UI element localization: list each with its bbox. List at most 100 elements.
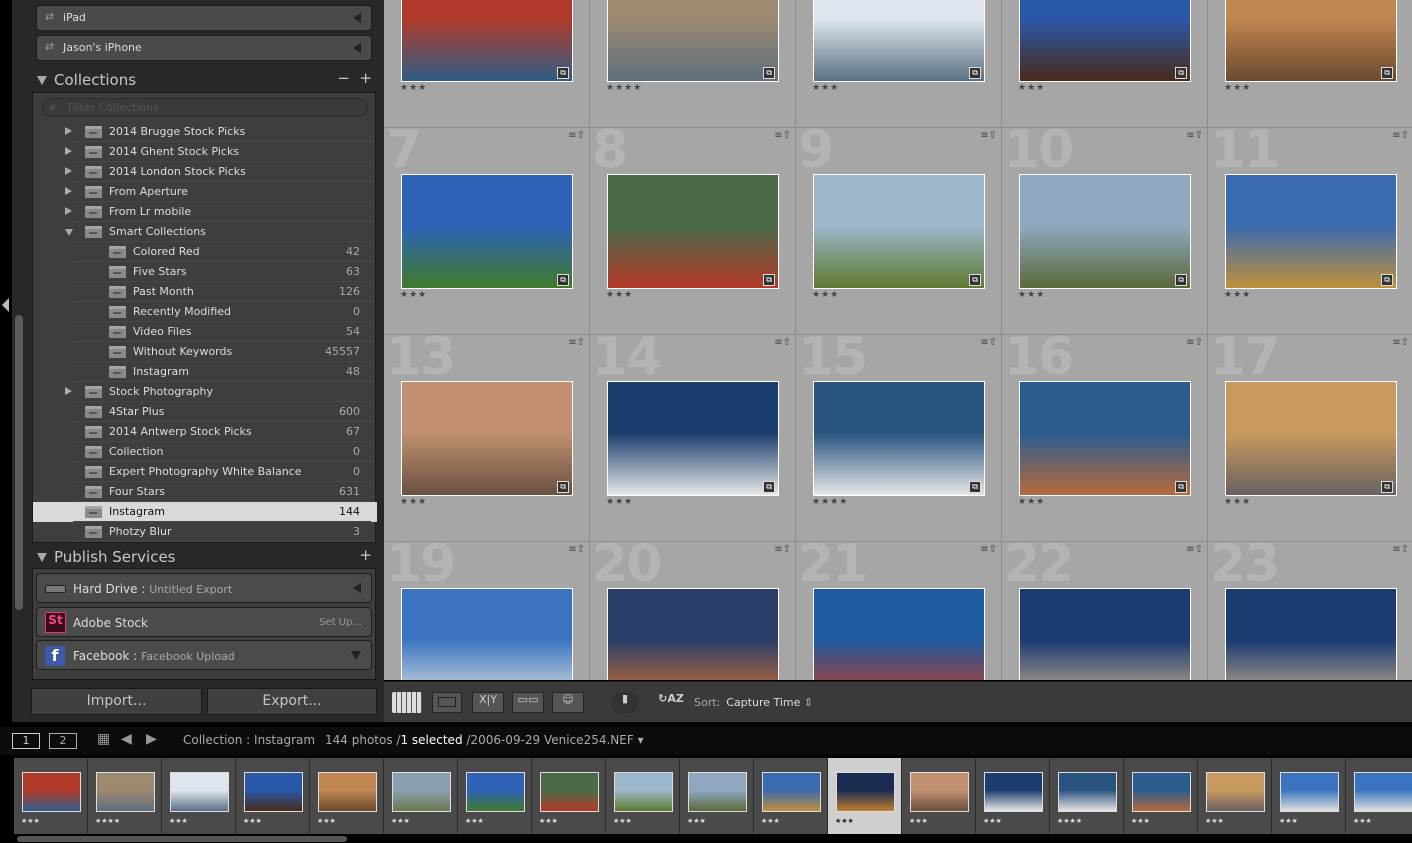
disclosure-triangle-icon[interactable] [65, 127, 72, 135]
grid-cell[interactable]: 5⧉★★★ [1208, 0, 1412, 128]
grid-cell[interactable]: 4⧉★★★ [1002, 0, 1208, 128]
collection-item[interactable]: Past Month 126 [33, 282, 377, 302]
filmstrip-thumbnail[interactable]: ★★★★ [1050, 758, 1124, 834]
back-arrow-icon[interactable]: ◀ [121, 731, 132, 747]
grid-cell[interactable]: 9 ≡⇧ ⧉ ★★★ [796, 120, 1002, 335]
collection-item[interactable]: Smart Collections [33, 222, 377, 242]
photo-thumbnail[interactable]: ⧉ [1019, 588, 1191, 680]
grid-cell[interactable]: 15 ≡⇧ ⧉ ★★★★ [796, 327, 1002, 542]
publish-hard-drive[interactable]: Hard Drive : Untitled Export [36, 573, 372, 603]
star-rating[interactable]: ★★★ [400, 83, 427, 93]
metadata-status-icon[interactable]: ≡⇧ [568, 130, 585, 141]
photo-thumbnail[interactable]: ⧉ [401, 174, 573, 289]
grid-cell[interactable]: 8 ≡⇧ ⧉ ★★★ [590, 120, 796, 335]
collection-item[interactable]: Stock Photography [33, 382, 377, 402]
photo-thumbnail[interactable]: ⧉ [813, 381, 985, 496]
collection-item[interactable]: 2014 London Stock Picks [33, 162, 377, 182]
grid-cell[interactable]: 22 ≡⇧ ⧉ [1002, 534, 1208, 680]
sort-control[interactable]: Sort: Capture Time ⇕ [694, 696, 813, 709]
grid-cell[interactable]: 11 ≡⇧ ⧉ ★★★ [1208, 120, 1412, 335]
disclosure-triangle-icon[interactable] [65, 187, 72, 195]
add-collection-button[interactable]: + [359, 69, 372, 87]
photo-thumbnail[interactable]: ⧉ [1225, 0, 1397, 82]
metadata-status-icon[interactable]: ≡⇧ [980, 544, 997, 555]
grid-cell[interactable]: 13 ≡⇧ ⧉ ★★★ [384, 327, 590, 542]
grid-cell[interactable]: 21 ≡⇧ ⧉ [796, 534, 1002, 680]
collection-item[interactable]: Instagram 48 [33, 362, 377, 382]
collection-item[interactable]: Expert Photography White Balance 0 [33, 462, 377, 482]
metadata-status-icon[interactable]: ≡⇧ [1186, 544, 1203, 555]
secondary-display-button[interactable]: 2 [49, 733, 77, 749]
metadata-status-icon[interactable]: ≡⇧ [1392, 544, 1409, 555]
dropdown-icon[interactable]: ▾ [638, 733, 644, 747]
publish-adobe-stock[interactable]: St Adobe Stock Set Up... [36, 607, 372, 637]
grid-cell[interactable]: 1⧉★★★ [384, 0, 590, 128]
filmstrip-thumbnail[interactable]: ★★★ [828, 758, 902, 834]
collection-item[interactable]: Four Stars 631 [33, 482, 377, 502]
photo-thumbnail[interactable]: ⧉ [607, 381, 779, 496]
disclosure-triangle-icon[interactable] [65, 207, 72, 215]
export-button[interactable]: Export... [207, 688, 377, 715]
filmstrip-thumbnail[interactable]: ★★★ [14, 758, 88, 834]
people-view-button[interactable]: ☺ [552, 692, 584, 713]
metadata-status-icon[interactable]: ≡⇧ [980, 130, 997, 141]
photo-thumbnail[interactable]: ⧉ [401, 0, 573, 82]
collection-item[interactable]: Recently Modified 0 [33, 302, 377, 322]
metadata-status-icon[interactable]: ≡⇧ [1186, 130, 1203, 141]
collapse-left-panel-arrow-icon[interactable] [2, 298, 9, 312]
metadata-status-icon[interactable]: ≡⇧ [774, 130, 791, 141]
filter-collections-input[interactable]: ⌕ Filter Collections [42, 98, 368, 117]
filmstrip-thumbnail[interactable]: ★★★★ [88, 758, 162, 834]
filmstrip-thumbnail[interactable]: ★★★ [236, 758, 310, 834]
collection-item[interactable]: Instagram 144 [33, 502, 377, 522]
grid-cell[interactable]: 20 ≡⇧ ⧉ [590, 534, 796, 680]
disclosure-triangle-icon[interactable] [65, 229, 73, 236]
star-rating[interactable]: ★★★ [606, 497, 633, 507]
grid-cell[interactable]: 23 ≡⇧ ⧉ [1208, 534, 1412, 680]
left-panel-scrollbar[interactable] [15, 315, 23, 610]
star-rating[interactable]: ★★★ [1224, 290, 1251, 300]
filmstrip-thumbnail[interactable]: ★★★ [1198, 758, 1272, 834]
photo-thumbnail[interactable]: ⧉ [1225, 174, 1397, 289]
filmstrip-thumbnail[interactable]: ★★★ [384, 758, 458, 834]
device-iphone[interactable]: ⇄ Jason's iPhone [36, 35, 372, 61]
collection-item[interactable]: Collection 0 [33, 442, 377, 462]
collection-item[interactable]: 4Star Plus 600 [33, 402, 377, 422]
photo-thumbnail[interactable]: ⧉ [607, 174, 779, 289]
collection-item[interactable]: From Lr mobile [33, 202, 377, 222]
grid-cell[interactable]: 19 ≡⇧ ⧉ [384, 534, 590, 680]
metadata-status-icon[interactable]: ≡⇧ [1186, 337, 1203, 348]
photo-thumbnail[interactable]: ⧉ [813, 588, 985, 680]
filmstrip-thumbnail[interactable]: ★★★ [754, 758, 828, 834]
metadata-status-icon[interactable]: ≡⇧ [1392, 130, 1409, 141]
metadata-status-icon[interactable]: ≡⇧ [980, 337, 997, 348]
collection-item[interactable]: Without Keywords 45557 [33, 342, 377, 362]
star-rating[interactable]: ★★★★ [606, 83, 642, 93]
photo-thumbnail[interactable]: ⧉ [1225, 588, 1397, 680]
collection-item[interactable]: 2014 Ghent Stock Picks [33, 142, 377, 162]
compare-view-button[interactable]: X|Y [472, 692, 504, 713]
star-rating[interactable]: ★★★ [400, 497, 427, 507]
add-publish-service-button[interactable]: + [359, 546, 372, 564]
survey-view-button[interactable]: ▭▭ [512, 692, 544, 713]
metadata-status-icon[interactable]: ≡⇧ [774, 544, 791, 555]
grid-cell[interactable]: 16 ≡⇧ ⧉ ★★★ [1002, 327, 1208, 542]
photo-thumbnail[interactable]: ⧉ [1019, 174, 1191, 289]
filmstrip-thumbnail[interactable]: ★★★ [680, 758, 754, 834]
filmstrip-thumbnail[interactable]: ★★★ [902, 758, 976, 834]
photo-thumbnail[interactable]: ⧉ [1225, 381, 1397, 496]
star-rating[interactable]: ★★★ [606, 290, 633, 300]
metadata-status-icon[interactable]: ≡⇧ [1392, 337, 1409, 348]
photo-thumbnail[interactable]: ⧉ [1019, 0, 1191, 82]
filmstrip-thumbnail[interactable]: ★★★ [1124, 758, 1198, 834]
photo-thumbnail[interactable]: ⧉ [813, 174, 985, 289]
star-rating[interactable]: ★★★ [400, 290, 427, 300]
metadata-status-icon[interactable]: ≡⇧ [568, 544, 585, 555]
star-rating[interactable]: ★★★ [812, 290, 839, 300]
filmstrip-thumbnail[interactable]: ★★★ [458, 758, 532, 834]
disclosure-triangle-icon[interactable] [65, 167, 72, 175]
collection-item[interactable]: 2014 Brugge Stock Picks [33, 122, 377, 142]
star-rating[interactable]: ★★★ [1224, 497, 1251, 507]
collection-item[interactable]: From Aperture [33, 182, 377, 202]
sort-direction-button[interactable]: ↻AZ [654, 692, 688, 713]
